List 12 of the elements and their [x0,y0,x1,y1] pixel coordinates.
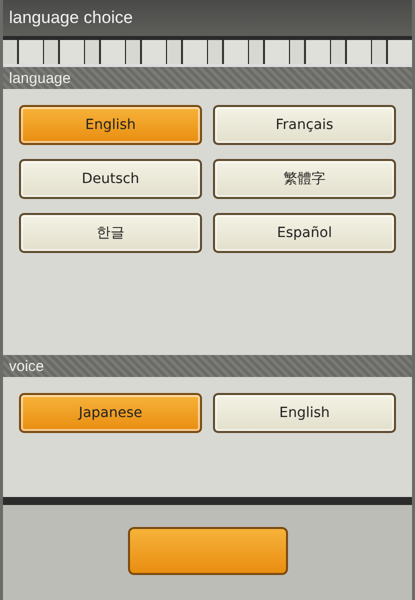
confirm-button[interactable] [128,527,288,575]
option-button[interactable]: Español [213,213,396,253]
option-button[interactable]: English [19,105,202,145]
option-button[interactable]: Français [213,105,396,145]
window-title: language choice [3,0,412,36]
section-header: language [3,67,412,89]
option-button[interactable]: Deutsch [19,159,202,199]
option-button[interactable]: English [213,393,396,434]
option-button[interactable]: Japanese [19,393,202,434]
section-header: voice [3,355,412,378]
option-button[interactable]: 繁體字 [213,159,396,199]
option-button[interactable]: 한글 [19,213,202,253]
